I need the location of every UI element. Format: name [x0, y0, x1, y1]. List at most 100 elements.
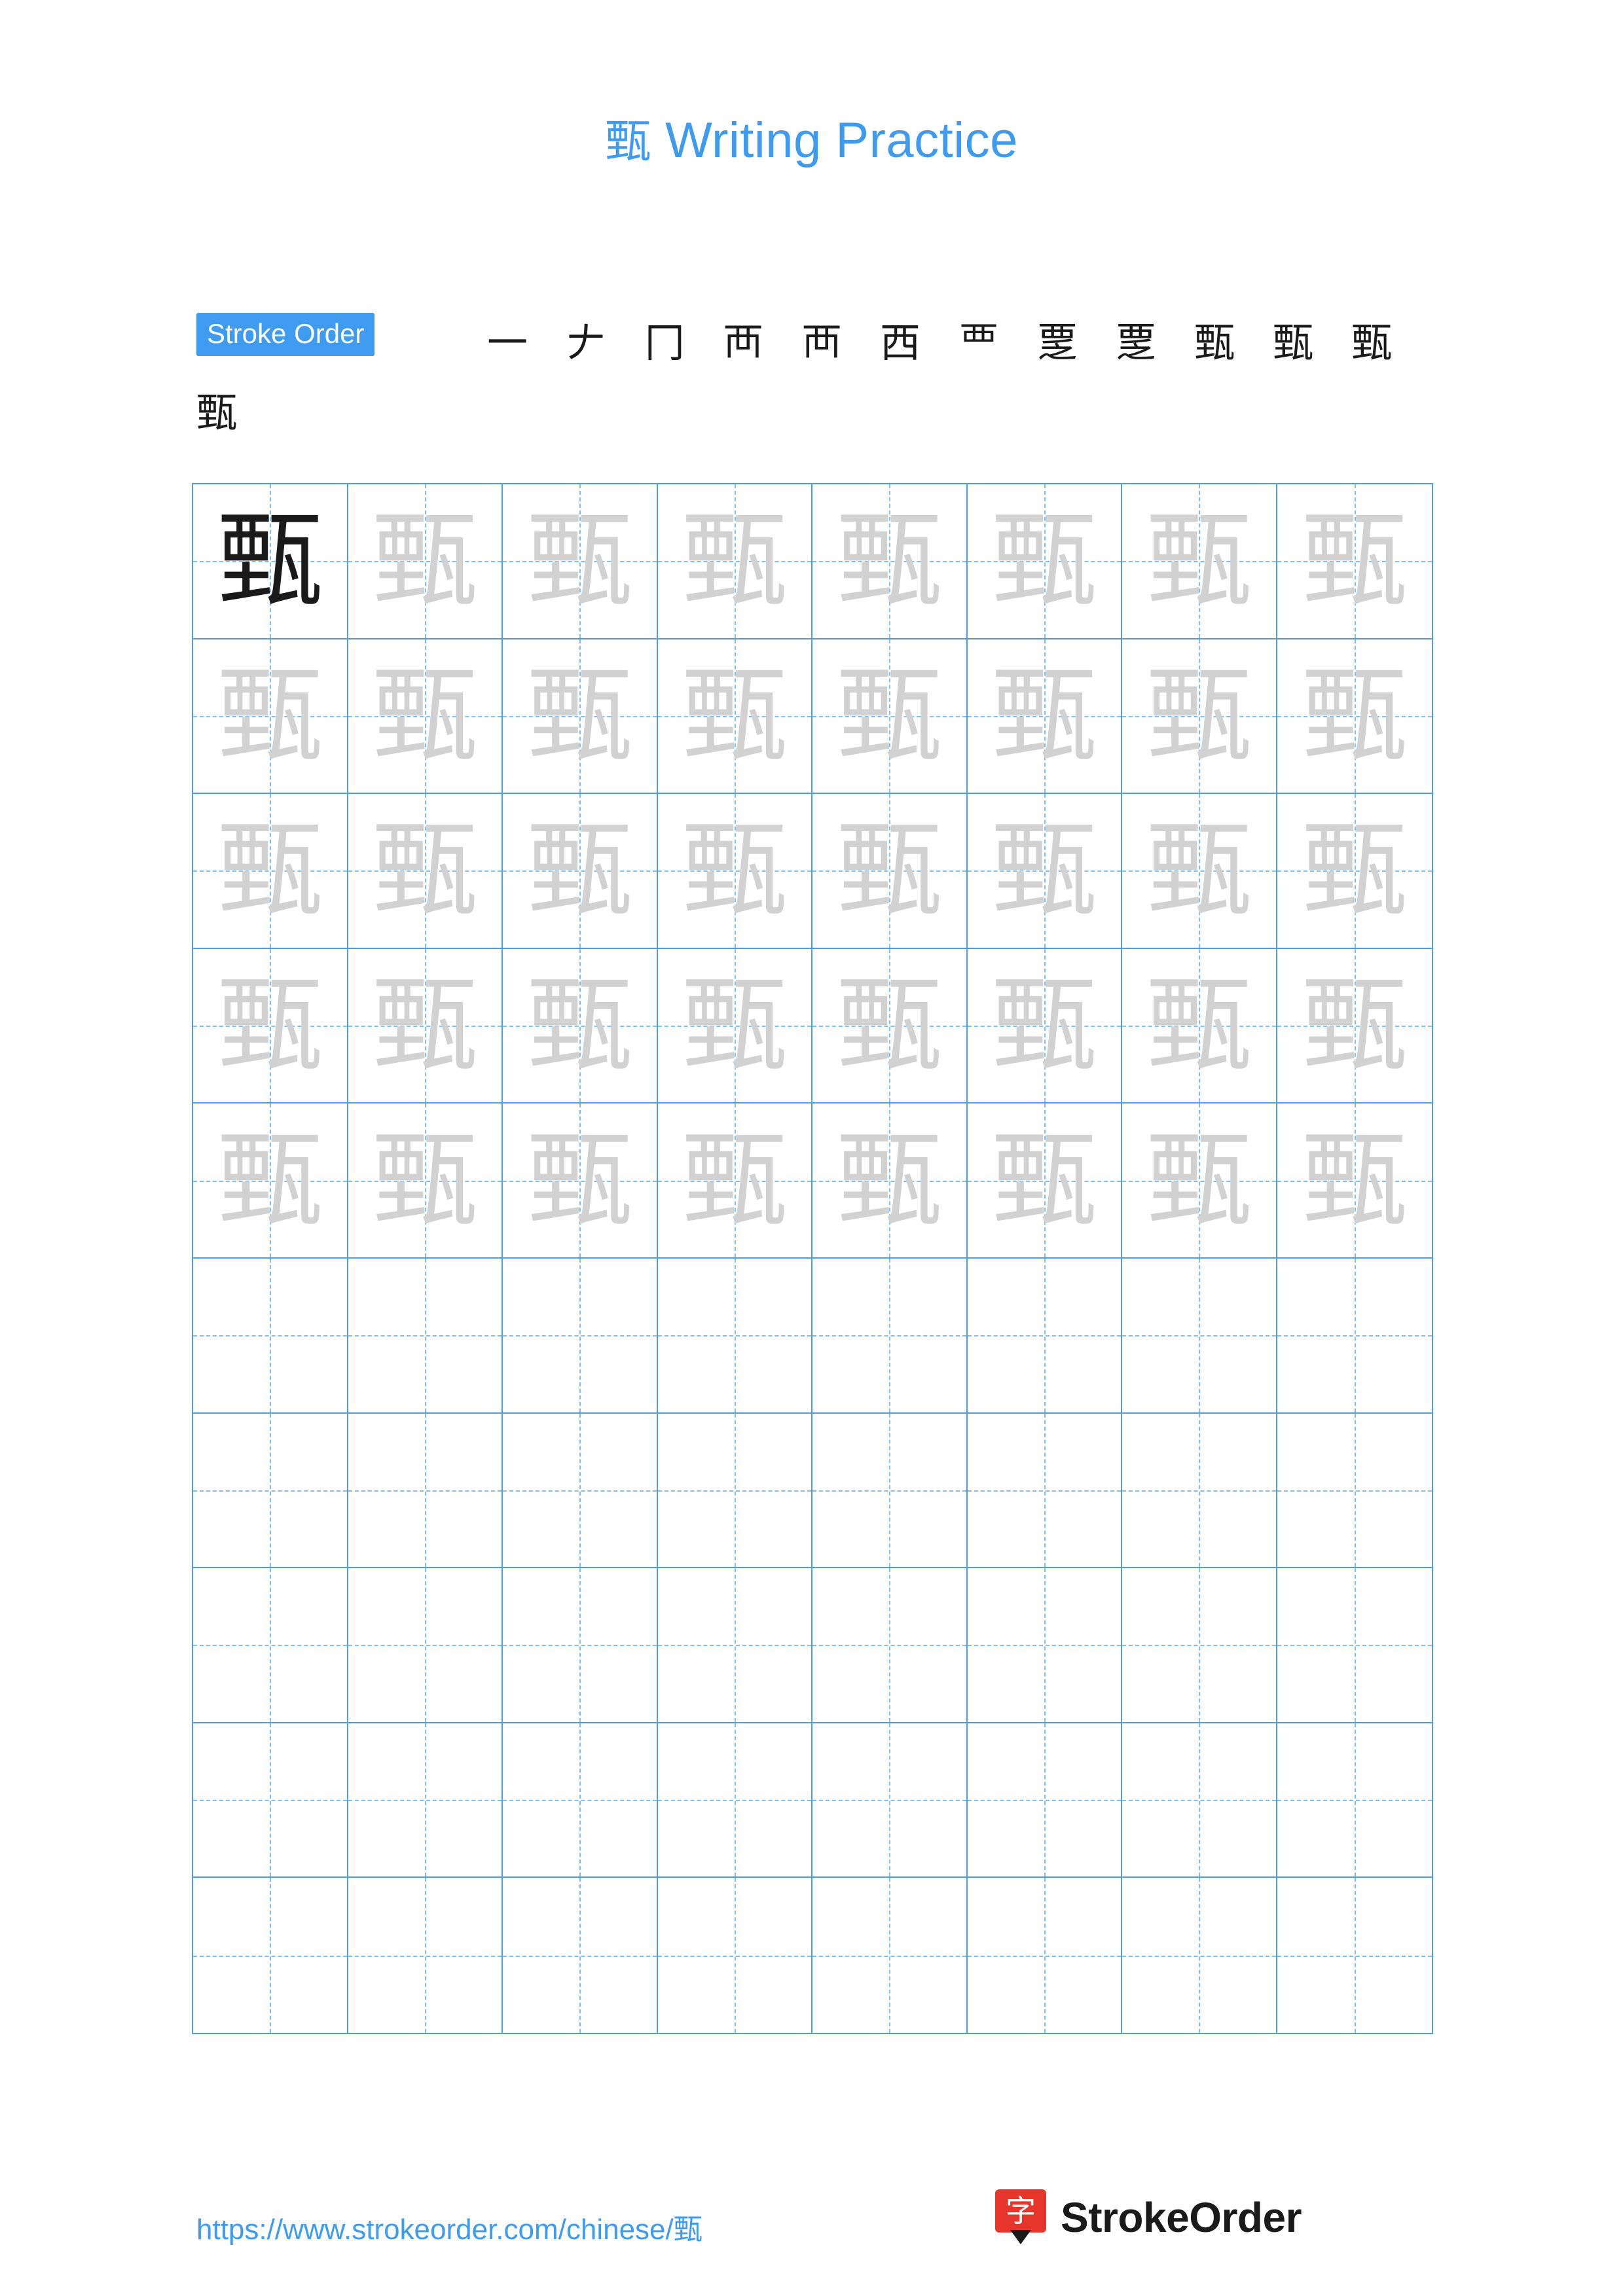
practice-cell: 甄	[193, 639, 348, 795]
practice-cell: 甄	[503, 1878, 658, 2033]
page-title-text: Writing Practice	[651, 113, 1018, 168]
brand-name: StrokeOrder	[1061, 2194, 1302, 2241]
practice-character: 甄	[1146, 964, 1252, 1087]
practice-cell: 甄	[812, 948, 968, 1104]
practice-character: 甄	[1146, 499, 1252, 622]
practice-cell: 甄	[348, 1723, 503, 1878]
practice-cell: 甄	[348, 948, 503, 1104]
practice-cell: 甄	[812, 1568, 968, 1723]
practice-cell: 甄	[348, 1878, 503, 2033]
practice-cell: 甄	[348, 484, 503, 639]
practice-cell: 甄	[1122, 948, 1277, 1104]
stroke-step: 西	[861, 304, 939, 382]
practice-character: 甄	[837, 964, 942, 1087]
practice-cell: 甄	[967, 1259, 1122, 1414]
stroke-step: 冂	[625, 304, 704, 382]
practice-character: 甄	[837, 809, 942, 932]
stroke-step-glyph: 覂	[1036, 319, 1078, 367]
practice-character: 甄	[372, 499, 477, 622]
stroke-step: 覀	[939, 304, 1018, 382]
stroke-step-glyph: 甄	[1351, 319, 1392, 367]
stroke-step-glyph: 一	[486, 319, 528, 367]
practice-cell: 甄	[967, 1103, 1122, 1259]
practice-character: 甄	[991, 964, 1097, 1087]
practice-cell: 甄	[967, 794, 1122, 949]
practice-cell: 甄	[1277, 1723, 1432, 1878]
practice-character: 甄	[217, 499, 323, 622]
practice-cell: 甄	[193, 1723, 348, 1878]
page-title-character: 甄	[605, 115, 651, 168]
stroke-order-label: Stroke Order	[196, 313, 375, 356]
practice-character: 甄	[1146, 809, 1252, 932]
practice-cell: 甄	[503, 639, 658, 795]
practice-character: 甄	[991, 1119, 1097, 1242]
footer-url[interactable]: https://www.strokeorder.com/chinese/甄	[196, 2206, 702, 2248]
practice-cell: 甄	[503, 1413, 658, 1569]
practice-cell: 甄	[1122, 1259, 1277, 1414]
stroke-step: 覂	[1018, 304, 1097, 382]
practice-character: 甄	[527, 499, 632, 622]
stroke-step-glyph: 覂	[1115, 319, 1156, 367]
practice-character: 甄	[991, 499, 1097, 622]
practice-cell: 甄	[1122, 1103, 1277, 1259]
practice-cell: 甄	[812, 484, 968, 639]
practice-cell: 甄	[967, 639, 1122, 795]
practice-cell: 甄	[193, 1878, 348, 2033]
practice-cell: 甄	[967, 1413, 1122, 1569]
stroke-order-steps: 一 𠂇 冂 襾 襾 西 覀 覂 覂 甄 甄 甄	[468, 304, 1411, 382]
brand-mark-character: 字	[1006, 2193, 1036, 2229]
stroke-step: 一	[468, 304, 547, 382]
practice-character: 甄	[527, 654, 632, 777]
practice-character: 甄	[372, 964, 477, 1087]
stroke-step: 𠂇	[547, 304, 625, 382]
practice-cell: 甄	[193, 1103, 348, 1259]
practice-cell: 甄	[967, 484, 1122, 639]
practice-cell: 甄	[348, 1413, 503, 1569]
practice-cell: 甄	[193, 484, 348, 639]
practice-cell: 甄	[1122, 1568, 1277, 1723]
stroke-step: 甄	[1175, 304, 1254, 382]
practice-cell: 甄	[812, 1259, 968, 1414]
practice-cell: 甄	[193, 948, 348, 1104]
practice-cell: 甄	[1277, 484, 1432, 639]
practice-cell: 甄	[503, 1103, 658, 1259]
practice-cell: 甄	[812, 794, 968, 949]
practice-character: 甄	[1146, 654, 1252, 777]
practice-cell: 甄	[503, 948, 658, 1104]
practice-character: 甄	[991, 809, 1097, 932]
strokeorder-logo-icon: 字	[995, 2189, 1046, 2246]
practice-cell: 甄	[1122, 1723, 1277, 1878]
practice-cell: 甄	[967, 1723, 1122, 1878]
practice-character: 甄	[837, 1119, 942, 1242]
practice-cell: 甄	[967, 948, 1122, 1104]
practice-cell: 甄	[503, 1723, 658, 1878]
practice-cell: 甄	[503, 1568, 658, 1723]
practice-cell: 甄	[657, 639, 812, 795]
practice-character: 甄	[527, 809, 632, 932]
practice-cell: 甄	[1277, 794, 1432, 949]
practice-cell: 甄	[1277, 1878, 1432, 2033]
stroke-step-glyph: 冂	[644, 319, 685, 367]
practice-cell: 甄	[348, 639, 503, 795]
practice-character: 甄	[1302, 809, 1407, 932]
stroke-order-wrapped-step: 甄	[196, 389, 238, 437]
stroke-step: 甄	[1254, 304, 1332, 382]
practice-character: 甄	[372, 809, 477, 932]
stroke-step: 襾	[704, 304, 782, 382]
practice-cell: 甄	[657, 1878, 812, 2033]
practice-cell: 甄	[193, 794, 348, 949]
practice-cell: 甄	[657, 1723, 812, 1878]
practice-cell: 甄	[193, 1568, 348, 1723]
practice-cell: 甄	[348, 1259, 503, 1414]
practice-character: 甄	[682, 499, 787, 622]
practice-cell: 甄	[657, 1413, 812, 1569]
practice-cell: 甄	[1122, 639, 1277, 795]
practice-character: 甄	[1146, 1119, 1252, 1242]
practice-cell: 甄	[812, 1878, 968, 2033]
practice-cell: 甄	[812, 1413, 968, 1569]
practice-cell: 甄	[1277, 1413, 1432, 1569]
practice-cell: 甄	[1277, 1103, 1432, 1259]
practice-character: 甄	[682, 809, 787, 932]
practice-character: 甄	[217, 1119, 323, 1242]
practice-character: 甄	[837, 654, 942, 777]
